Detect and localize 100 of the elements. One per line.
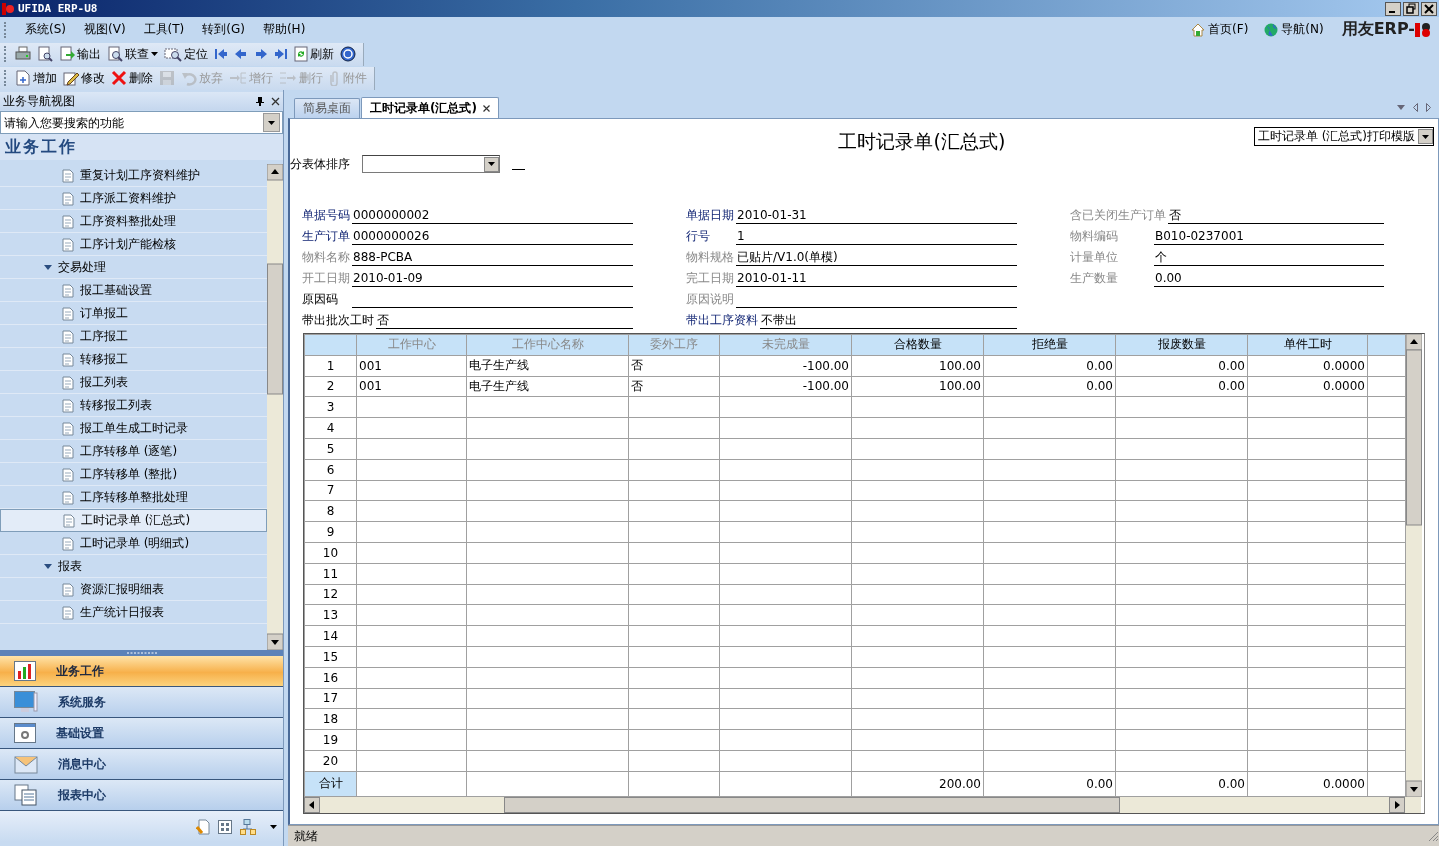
minimize-icon[interactable] (1385, 1, 1401, 16)
module-button[interactable]: 报表中心 (0, 780, 283, 811)
menu-item[interactable]: 工具(T) (134, 19, 194, 40)
input-field[interactable]: 0.00 (1154, 270, 1384, 287)
tab[interactable]: 工时记录单(汇总式) (361, 97, 499, 118)
close-icon[interactable] (271, 96, 280, 106)
input-field[interactable]: 不带出 (760, 312, 1017, 329)
tree-item[interactable]: 订单报工 (0, 302, 267, 325)
query-icon[interactable] (107, 46, 123, 62)
tree-item[interactable]: 生产统计日报表 (0, 601, 267, 624)
input-field[interactable]: 个 (1154, 249, 1384, 266)
module-button[interactable]: 消息中心 (0, 749, 283, 780)
input-field[interactable]: 已贴片/V1.0(单模) (736, 249, 1017, 266)
menu-item[interactable]: 转到(G) (193, 19, 254, 40)
input-field[interactable]: 2010-01-11 (736, 270, 1017, 287)
tree-item[interactable]: 工序资料整批处理 (0, 210, 267, 233)
tree-item[interactable]: 报工单生成工时记录 (0, 417, 267, 440)
tree-item[interactable]: 工时记录单 (明细式) (0, 532, 267, 555)
sort-dropdown[interactable] (362, 155, 500, 173)
calculator-icon[interactable] (218, 819, 232, 834)
close-icon[interactable] (1421, 1, 1437, 16)
tree-group[interactable]: 交易处理 (0, 256, 267, 279)
column-header[interactable]: 报废数量 (1115, 334, 1248, 356)
close-icon[interactable] (482, 104, 490, 112)
dropdown-button[interactable] (263, 113, 280, 132)
input-field[interactable]: 否 (376, 312, 633, 329)
column-header[interactable]: 合格数量 (851, 334, 984, 356)
toolbar-button[interactable]: 刷新 (291, 43, 337, 65)
total-cell: 0.00 (1115, 771, 1248, 797)
module-button[interactable]: 基础设置 (0, 718, 283, 749)
search-field[interactable]: 请输入您要搜索的功能 (0, 111, 283, 134)
scrollbar[interactable] (304, 797, 1421, 813)
tree-item[interactable]: 资源汇报明细表 (0, 578, 267, 601)
input-field[interactable]: 1 (736, 228, 1017, 245)
input-field[interactable]: 0000000002 (352, 207, 633, 224)
overflow-caret-icon[interactable] (270, 824, 277, 829)
tree-group[interactable]: 报表 (0, 555, 267, 578)
document-icon (62, 191, 74, 206)
nav-link[interactable]: 首页(F) (1183, 21, 1257, 38)
tree-item[interactable]: 转移报工 (0, 348, 267, 371)
tree-item[interactable]: 工序转移单 (整批) (0, 463, 267, 486)
scrollbar[interactable] (267, 164, 283, 650)
tree-item[interactable]: 工序转移单 (逐笔) (0, 440, 267, 463)
toolbar-button[interactable]: 定位 (161, 43, 211, 65)
tree-item[interactable]: 工序派工资料维护 (0, 187, 267, 210)
input-field[interactable]: 否 (1168, 207, 1384, 224)
resize-grip-icon[interactable] (1427, 830, 1439, 842)
scroll-left-icon[interactable] (1413, 103, 1418, 112)
tree-item[interactable]: 工序计划产能检核 (0, 233, 267, 256)
table-cell: 001 (356, 355, 467, 377)
input-field[interactable]: 2010-01-09 (352, 270, 633, 287)
tab[interactable]: 简易桌面 (294, 98, 360, 118)
locate-icon[interactable] (164, 46, 182, 62)
template-dropdown[interactable]: 工时记录单 (汇总式)打印模版 (1253, 127, 1434, 146)
input-field[interactable]: 2010-01-31 (736, 207, 1017, 224)
toolbar-button[interactable]: 联查 (104, 43, 161, 65)
scroll-right-icon[interactable] (1426, 103, 1431, 112)
input-field[interactable]: 0000000026 (352, 228, 633, 245)
toolbar-button[interactable]: 增加 (12, 67, 60, 89)
field-label: 物料编码 (1070, 228, 1119, 245)
column-header[interactable]: 拒绝量 (983, 334, 1116, 356)
column-header[interactable]: 单件工时 (1247, 334, 1368, 356)
pin-icon[interactable] (255, 96, 265, 106)
tree-item[interactable]: 报工基础设置 (0, 279, 267, 302)
table-cell: 否 (628, 355, 720, 377)
export-icon[interactable] (59, 46, 75, 62)
document-title: 工时记录单(汇总式) (838, 130, 1006, 152)
delete-icon[interactable] (111, 70, 127, 86)
document-tool-icon[interactable] (196, 818, 210, 835)
field-label: 物料名称 (302, 249, 351, 266)
menu-item[interactable]: 系统(S) (16, 19, 75, 40)
menu-item[interactable]: 帮助(H) (253, 19, 315, 40)
module-button[interactable]: 系统服务 (0, 687, 283, 718)
scrollbar[interactable] (1406, 334, 1422, 797)
tab-list-icon[interactable] (1397, 105, 1405, 110)
add-document-icon[interactable] (15, 70, 31, 86)
refresh-icon[interactable] (294, 46, 308, 62)
document-icon (63, 513, 75, 528)
table-cell: 001 (356, 376, 467, 397)
menu-item[interactable]: 视图(V) (75, 19, 135, 40)
envelope-icon (14, 753, 38, 775)
tree-item[interactable]: 报工列表 (0, 371, 267, 394)
row-number: 3 (304, 396, 357, 418)
toolbar-button[interactable]: 修改 (60, 67, 108, 89)
tree-item[interactable]: 工时记录单 (汇总式) (0, 509, 267, 532)
input-field[interactable]: 888-PCBA (352, 249, 633, 266)
tree-item[interactable]: 重复计划工序资料维护 (0, 164, 267, 187)
field-label: 原因码 (302, 291, 339, 308)
tree-item[interactable]: 转移报工列表 (0, 394, 267, 417)
input-field[interactable]: B010-0237001 (1154, 228, 1384, 245)
hierarchy-icon[interactable] (240, 818, 256, 835)
toolbar-button[interactable]: 删除 (108, 67, 156, 89)
tree-item[interactable]: 工序报工 (0, 325, 267, 348)
module-button[interactable]: 业务工作 (0, 656, 283, 687)
nav-link[interactable]: 导航(N) (1256, 21, 1332, 38)
edit-icon[interactable] (63, 70, 79, 86)
toolbar-button[interactable]: 输出 (56, 43, 104, 65)
caret-icon (488, 162, 495, 166)
restore-icon[interactable] (1403, 1, 1419, 16)
document-icon (62, 467, 74, 482)
